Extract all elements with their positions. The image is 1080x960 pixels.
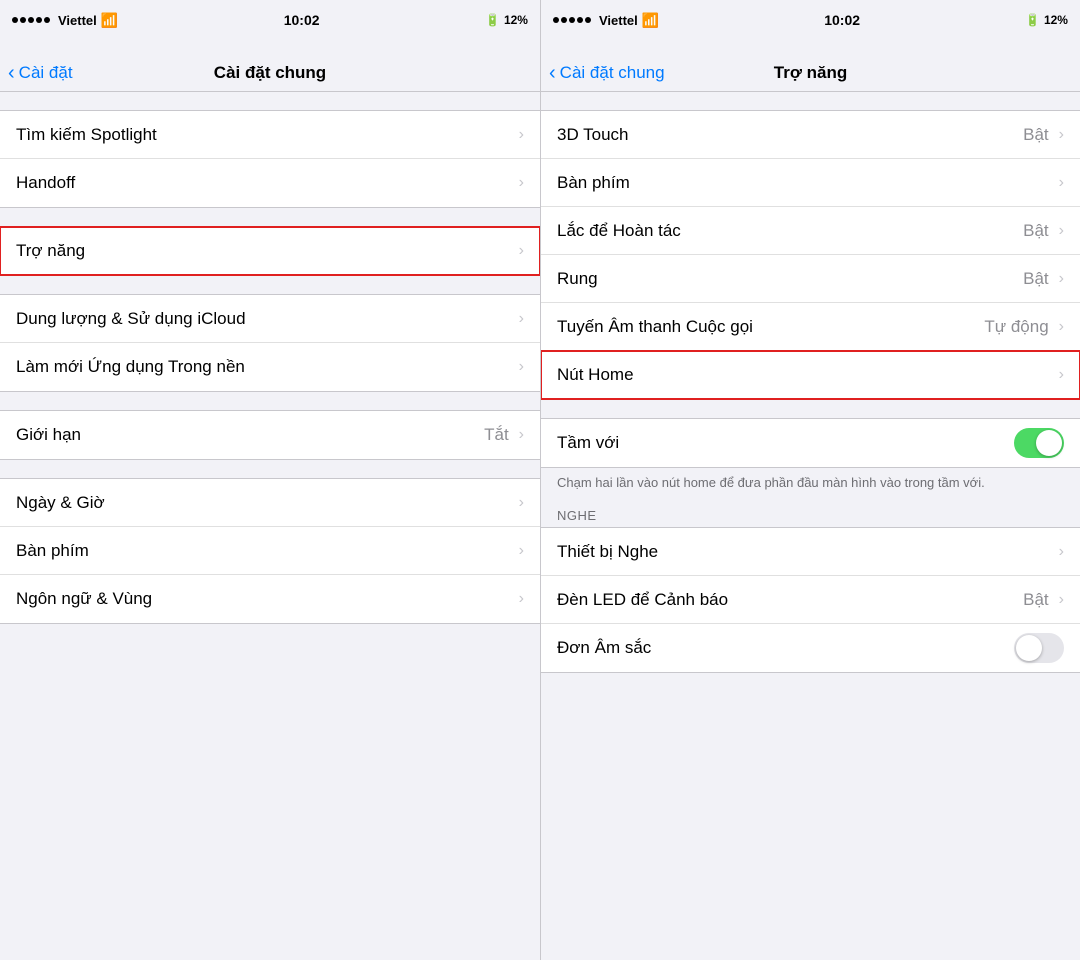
battery-icon-left: 🔋 [485,13,500,27]
chevron-icon: › [1059,222,1064,240]
carrier-right: Viettel [599,13,638,28]
list-item[interactable]: Ngày & Giờ › [0,479,540,527]
chevron-icon: › [519,310,524,328]
battery-pct-right: 12% [1044,13,1068,27]
list-item-tam-voi[interactable]: Tầm với [541,419,1080,467]
status-right-right: 🔋 12% [1025,13,1068,27]
battery-pct-left: 12% [504,13,528,27]
wifi-icon-right: 📶 [642,12,659,29]
list-item[interactable]: Dung lượng & Sử dụng iCloud › [0,295,540,343]
section-5-left: Ngày & Giờ › Bàn phím › Ngôn ngữ & Vùng … [0,478,540,624]
chevron-icon: › [1059,591,1064,609]
chevron-icon: › [519,494,524,512]
list-item[interactable]: Ngôn ngữ & Vùng › [0,575,540,623]
battery-icon-right: 🔋 [1025,13,1040,27]
list-item-den-led[interactable]: Đèn LED để Cảnh báo Bật › [541,576,1080,624]
chevron-icon: › [519,358,524,376]
section-3-left: Dung lượng & Sử dụng iCloud › Làm mới Ứn… [0,294,540,392]
toggle-tam-voi[interactable] [1014,428,1064,458]
list-item-nut-home[interactable]: Nút Home › [541,351,1080,399]
chevron-icon: › [519,590,524,608]
nav-title-right: Trợ năng [774,63,847,83]
list-item[interactable]: Giới hạn Tắt › [0,411,540,459]
back-button-left[interactable]: ‹ Cài đặt [8,63,73,83]
back-arrow-right: ‹ [549,63,556,83]
list-item-tro-nang[interactable]: Trợ năng › [0,227,540,275]
wifi-icon-left: 📶 [101,12,118,29]
list-item-ban-phim[interactable]: Bàn phím › [541,159,1080,207]
back-label-right: Cài đặt chung [560,63,665,83]
time-left: 10:02 [284,12,320,28]
list-item-rung[interactable]: Rung Bật › [541,255,1080,303]
list-item-3d-touch[interactable]: 3D Touch Bật › [541,111,1080,159]
toggle-don-am-sac[interactable] [1014,633,1064,663]
carrier-left: Viettel [58,13,97,28]
list-item-tuyen-am[interactable]: Tuyến Âm thanh Cuộc gọi Tự động › [541,303,1080,351]
time-right: 10:02 [824,12,860,28]
chevron-icon: › [1059,126,1064,144]
chevron-icon: › [1059,270,1064,288]
status-bar-left: Viettel 📶 10:02 🔋 12% [0,0,540,40]
chevron-icon: › [519,126,524,144]
chevron-icon: › [1059,543,1064,561]
nav-title-left: Cài đặt chung [214,63,326,83]
section-nghe: Thiết bị Nghe › Đèn LED để Cảnh báo Bật … [541,527,1080,673]
back-label-left: Cài đặt [19,63,73,83]
section-4-left: Giới hạn Tắt › [0,410,540,460]
section-tam-voi: Tầm với [541,418,1080,468]
nav-header-left: ‹ Cài đặt Cài đặt chung [0,40,540,92]
chevron-icon: › [519,542,524,560]
nghe-section-label: NGHE [541,500,1080,527]
chevron-icon: › [519,242,524,260]
chevron-icon: › [1059,318,1064,336]
signal-dots [12,17,50,23]
status-bar-right: Viettel 📶 10:02 🔋 12% [541,0,1080,40]
left-panel: Viettel 📶 10:02 🔋 12% ‹ Cài đặt Cài đặt … [0,0,540,960]
back-arrow-left: ‹ [8,63,15,83]
nav-header-right: ‹ Cài đặt chung Trợ năng [541,40,1080,92]
list-item[interactable]: Tìm kiếm Spotlight › [0,111,540,159]
section-1-left: Tìm kiếm Spotlight › Handoff › [0,110,540,208]
tam-voi-footer: Chạm hai lần vào nút home để đưa phần đầ… [541,468,1080,500]
signal-dots-right [553,17,591,23]
section-2-left: Trợ năng › [0,226,540,276]
status-left: Viettel 📶 [12,12,118,29]
section-1-right: 3D Touch Bật › Bàn phím › Lắc để Hoàn tá… [541,110,1080,400]
chevron-icon: › [1059,174,1064,192]
list-item[interactable]: Handoff › [0,159,540,207]
status-right-left: 🔋 12% [485,13,528,27]
list-item-lac[interactable]: Lắc để Hoàn tác Bật › [541,207,1080,255]
right-panel: Viettel 📶 10:02 🔋 12% ‹ Cài đặt chung Tr… [540,0,1080,960]
chevron-icon: › [519,174,524,192]
status-left-right: Viettel 📶 [553,12,659,29]
back-button-right[interactable]: ‹ Cài đặt chung [549,63,665,83]
chevron-icon: › [519,426,524,444]
list-item-thiet-bi-nghe[interactable]: Thiết bị Nghe › [541,528,1080,576]
list-item[interactable]: Làm mới Ứng dụng Trong nền › [0,343,540,391]
list-item-don-am-sac[interactable]: Đơn Âm sắc [541,624,1080,672]
list-item[interactable]: Bàn phím › [0,527,540,575]
chevron-icon: › [1059,366,1064,384]
